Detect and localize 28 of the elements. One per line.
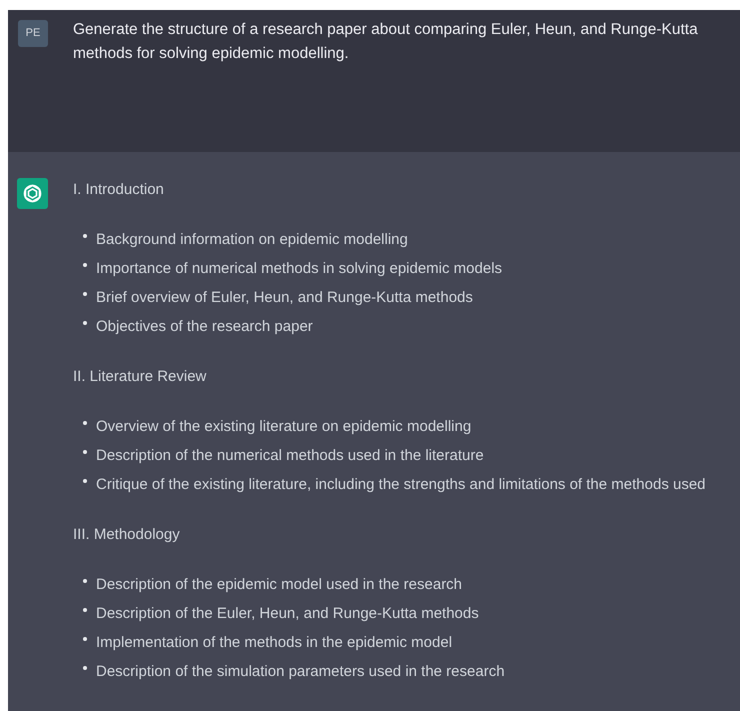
bullet-icon xyxy=(83,479,87,483)
bullet-icon xyxy=(83,637,87,641)
prompt-text: Generate the structure of a research paper about comparing Euler, Heun, and Runge-Kutta methods for solving epidemic modelling. xyxy=(73,20,699,64)
bullet-icon xyxy=(83,450,87,454)
bullet-icon xyxy=(83,421,87,425)
bullet-icon xyxy=(83,234,87,238)
bullet-icon xyxy=(83,292,87,296)
bullet-icon xyxy=(83,608,87,612)
list-item-text: Description of the epidemic model used in the research xyxy=(96,575,462,595)
section-heading: I. Introduction xyxy=(73,180,165,200)
logo-icon xyxy=(17,178,48,209)
section-heading: II. Literature Review xyxy=(73,367,208,387)
list-item-text: Description of the numerical methods used in the literature xyxy=(96,446,484,466)
list-item-text: Description of the Euler, Heun, and Runge-Kutta methods xyxy=(96,604,479,624)
user-avatar: PE xyxy=(18,20,48,47)
list-item-text: Importance of numerical methods in solving epidemic models xyxy=(96,259,502,279)
bullet-icon xyxy=(83,666,87,670)
bullet-icon xyxy=(83,263,87,267)
list-item-text: Background information on epidemic modelling xyxy=(96,230,408,250)
list-item-text: Implementation of the methods in the epidemic model xyxy=(96,633,452,653)
list-item-text: Description of the simulation parameters used in the research xyxy=(96,662,505,682)
section-heading: III. Methodology xyxy=(73,525,181,545)
list-item-text: Objectives of the research paper xyxy=(96,317,313,337)
list-item-text: Brief overview of Euler, Heun, and Runge-Kutta methods xyxy=(96,288,473,308)
list-item-text: Overview of the existing literature on epidemic modelling xyxy=(96,417,472,437)
bullet-icon xyxy=(83,579,87,583)
list-item-text: Critique of the existing literature, including the strengths and limitations of the methods used xyxy=(96,475,706,495)
bullet-icon xyxy=(83,321,87,325)
